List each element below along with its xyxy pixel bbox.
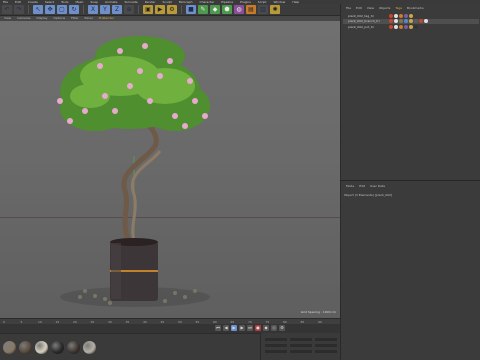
select-icon[interactable]: ↖ xyxy=(33,5,43,14)
material-swatch[interactable] xyxy=(83,341,96,354)
coord-row-y[interactable] xyxy=(265,344,337,348)
attributes-menu: Mode Edit User Data xyxy=(341,184,480,189)
attributes-menu-item[interactable]: Edit xyxy=(359,184,365,189)
redo-icon[interactable]: ↷ xyxy=(14,5,24,14)
attributes-mode-line: Object (3 Elements) [plant_002] xyxy=(344,193,393,197)
render-view-icon[interactable]: ▣ xyxy=(143,5,153,14)
material-tag-icon[interactable] xyxy=(409,19,413,23)
play-icon[interactable]: ▶ xyxy=(231,325,237,331)
material-swatch[interactable] xyxy=(67,341,80,354)
material-tag-icon[interactable] xyxy=(424,19,428,23)
main-toolbar: ↶ ↷ ↖ ✥ ▢ ↻ X Y Z ⊕ ▣ ▶ ⚙ ■ ✎ ◆ ⬢ ◍ ▤ ▥ … xyxy=(0,4,340,16)
panel-divider xyxy=(341,180,480,181)
scale-icon[interactable]: ▢ xyxy=(57,5,67,14)
material-swatch[interactable] xyxy=(19,341,32,354)
prev-frame-icon[interactable]: ◀ xyxy=(223,325,229,331)
axis-y-icon[interactable]: Y xyxy=(100,5,110,14)
object-row[interactable]: plant_002_tag_tri xyxy=(343,13,479,18)
coord-row-x[interactable] xyxy=(265,338,337,342)
axis-z-icon[interactable]: Z xyxy=(112,5,122,14)
material-tag-icon[interactable] xyxy=(414,19,418,23)
playback-bar: ⏮ ◀ ▶ ▶ ⏭ ● ◆ ◇ ⚙ xyxy=(0,324,340,333)
coordinate-icon[interactable]: ⊕ xyxy=(124,5,134,14)
bonsai-plant-render xyxy=(57,36,210,307)
go-end-icon[interactable]: ⏭ xyxy=(247,325,253,331)
material-tag-icon[interactable] xyxy=(399,13,403,18)
object-manager-menu-item[interactable]: View xyxy=(367,6,374,11)
next-frame-icon[interactable]: ▶ xyxy=(239,325,245,331)
toolbar-separator xyxy=(83,5,84,14)
material-tag-icon[interactable] xyxy=(394,24,398,29)
object-manager-menu-item[interactable]: File xyxy=(346,6,351,11)
object-manager-menu-item[interactable]: Edit xyxy=(356,6,362,11)
undo-icon[interactable]: ↶ xyxy=(2,5,12,14)
move-icon[interactable]: ✥ xyxy=(45,5,55,14)
object-manager-menu-item[interactable]: Objects xyxy=(379,6,390,11)
material-swatch[interactable] xyxy=(3,341,16,354)
light-icon[interactable]: ✺ xyxy=(270,5,280,14)
subdivide-icon[interactable]: ◆ xyxy=(210,5,220,14)
material-tag-icon[interactable] xyxy=(394,13,398,18)
material-tag-icon[interactable] xyxy=(409,24,413,29)
scene-icon[interactable]: ▤ xyxy=(246,5,256,14)
object-name[interactable]: plant_002_pot_tri xyxy=(348,25,388,29)
object-row[interactable]: plant_002_pot_tri xyxy=(343,24,479,29)
object-manager-menu-item[interactable]: Bookmarks xyxy=(407,6,424,11)
material-tag-icon[interactable] xyxy=(409,13,413,18)
deformer-icon[interactable]: ◍ xyxy=(234,5,244,14)
go-start-icon[interactable]: ⏮ xyxy=(215,325,221,331)
object-row[interactable]: plant_002_branch_tri xyxy=(343,18,479,24)
cube-icon[interactable]: ■ xyxy=(186,5,196,14)
viewport[interactable]: Grid Spacing : 1000 cm xyxy=(0,21,340,318)
material-tag-icon[interactable] xyxy=(404,13,408,18)
object-manager-menu-item[interactable]: Tags xyxy=(395,6,402,11)
camera-icon[interactable]: ▥ xyxy=(258,5,268,14)
material-tag-icon[interactable] xyxy=(389,19,393,23)
material-tag-icon[interactable] xyxy=(389,13,393,18)
array-icon[interactable]: ⬢ xyxy=(222,5,232,14)
material-tag-icon[interactable] xyxy=(414,24,418,29)
rotate-icon[interactable]: ↻ xyxy=(69,5,79,14)
material-swatch[interactable] xyxy=(51,341,64,354)
coord-row-z[interactable] xyxy=(265,350,337,354)
material-tag-icon[interactable] xyxy=(404,19,408,23)
grid-spacing-label: Grid Spacing : 1000 cm xyxy=(300,310,336,314)
pen-icon[interactable]: ✎ xyxy=(198,5,208,14)
autokey-icon[interactable]: ◇ xyxy=(271,325,277,331)
material-tag-icon[interactable] xyxy=(394,19,398,23)
attributes-menu-item[interactable]: User Data xyxy=(370,184,385,189)
material-tag-icon[interactable] xyxy=(419,19,423,23)
axis-x-icon[interactable]: X xyxy=(88,5,98,14)
coordinate-manager xyxy=(260,333,340,360)
record-icon[interactable]: ● xyxy=(255,325,261,331)
material-tag-icon[interactable] xyxy=(404,24,408,29)
toolbar-separator xyxy=(28,5,29,14)
material-tag-icon[interactable] xyxy=(389,24,393,29)
material-swatch[interactable] xyxy=(35,341,48,354)
object-name[interactable]: plant_002_branch_tri xyxy=(348,19,388,23)
settings-icon[interactable]: ⚙ xyxy=(279,325,285,331)
keyframe-icon[interactable]: ◆ xyxy=(263,325,269,331)
object-manager-panel: File Edit View Objects Tags Bookmarks plant_0… xyxy=(340,4,480,360)
object-name[interactable]: plant_002_tag_tri xyxy=(348,14,388,18)
material-manager xyxy=(0,333,260,360)
render-icon[interactable]: ▶ xyxy=(155,5,165,14)
toolbar-separator xyxy=(138,5,139,14)
material-tag-icon[interactable] xyxy=(399,24,403,29)
material-tag-icon[interactable] xyxy=(399,19,403,23)
toolbar-separator xyxy=(181,5,182,14)
render-settings-icon[interactable]: ⚙ xyxy=(167,5,177,14)
playback-controls: ⏮ ◀ ▶ ▶ ⏭ ● ◆ ◇ ⚙ xyxy=(215,325,285,331)
object-manager-menu: File Edit View Objects Tags Bookmarks xyxy=(341,6,480,11)
attributes-menu-item[interactable]: Mode xyxy=(346,184,354,189)
